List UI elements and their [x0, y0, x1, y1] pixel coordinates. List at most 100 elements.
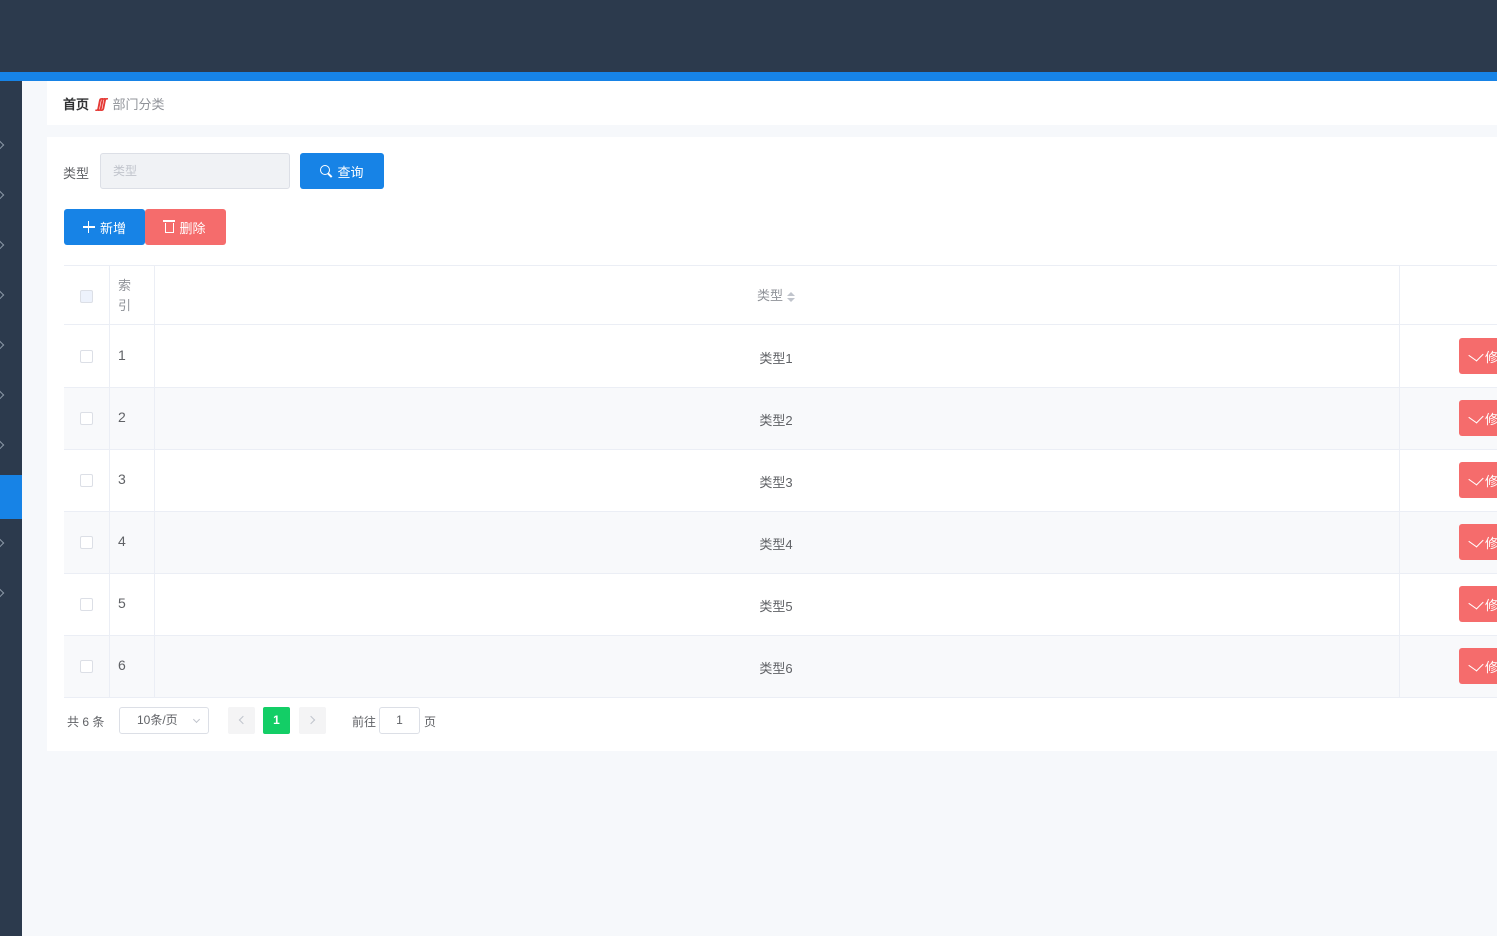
edit-button-label: 修改: [1485, 535, 1497, 551]
edit-icon: [1468, 534, 1484, 548]
goto-label: 前往: [352, 715, 377, 729]
column-divider: [1399, 266, 1400, 697]
chevron-down-icon: [192, 715, 201, 724]
index-column-header: 索引: [118, 278, 132, 313]
sidebar-item-8[interactable]: [0, 529, 22, 559]
query-button-label: 查询: [337, 164, 364, 180]
table-row: 6 类型6 修改: [64, 636, 1497, 698]
breadcrumb-current: 部门分类: [112, 96, 165, 112]
row-index: 5: [118, 595, 126, 611]
edit-icon: [1468, 410, 1484, 424]
sidebar-item-5[interactable]: [0, 331, 22, 361]
chevron-icon: [0, 290, 5, 300]
row-type: 类型1: [759, 351, 793, 366]
sidebar-item-4[interactable]: [0, 281, 22, 311]
row-type: 类型3: [759, 475, 793, 490]
sidebar: [0, 81, 22, 936]
row-checkbox[interactable]: [80, 412, 93, 425]
select-all-checkbox[interactable]: [80, 290, 93, 303]
edit-button[interactable]: 修改: [1459, 648, 1497, 684]
edit-icon: [1468, 658, 1484, 672]
edit-button[interactable]: 修改: [1459, 400, 1497, 436]
edit-icon: [1468, 472, 1484, 486]
page-size-select[interactable]: 10条/页: [119, 707, 209, 734]
prev-page-button[interactable]: [228, 707, 255, 734]
row-checkbox[interactable]: [80, 660, 93, 673]
column-divider: [154, 266, 155, 697]
data-table: 索引 类型 1 类型1 修改 2 类型2 修改 3 类型3 修改 4 类型4: [64, 265, 1497, 698]
edit-button-label: 修改: [1485, 473, 1497, 489]
chevron-icon: [0, 440, 5, 450]
edit-button[interactable]: 修改: [1459, 586, 1497, 622]
sort-icon[interactable]: [787, 291, 795, 302]
sidebar-item-2[interactable]: [0, 181, 22, 211]
table-row: 4 类型4 修改: [64, 512, 1497, 574]
type-filter-input[interactable]: 类型: [100, 153, 290, 189]
top-navbar: [0, 0, 1497, 72]
type-column-header-label: 类型: [756, 288, 783, 303]
table-header: 索引 类型: [64, 266, 1497, 325]
goto-page-input[interactable]: 1: [379, 707, 420, 734]
row-checkbox[interactable]: [80, 350, 93, 363]
row-type: 类型4: [759, 537, 793, 552]
sidebar-item-9[interactable]: [0, 579, 22, 609]
goto-unit: 页: [424, 715, 437, 729]
table-row: 3 类型3 修改: [64, 450, 1497, 512]
table-row: 5 类型5 修改: [64, 574, 1497, 636]
type-column-header[interactable]: 类型: [154, 285, 1398, 304]
breadcrumb-home[interactable]: 首页: [63, 94, 89, 113]
sidebar-item-6[interactable]: [0, 381, 22, 411]
top-accent-bar: [0, 72, 1497, 81]
row-index: 6: [118, 657, 126, 673]
sidebar-item-active[interactable]: [0, 475, 22, 519]
edit-button-label: 修改: [1485, 597, 1497, 613]
search-icon: [320, 165, 332, 177]
sidebar-item-7[interactable]: [0, 431, 22, 461]
table-row: 1 类型1 修改: [64, 326, 1497, 388]
chevron-icon: [0, 340, 5, 350]
plus-icon: [82, 221, 95, 233]
delete-button-label: 删除: [179, 220, 206, 236]
type-filter-label: 类型: [63, 166, 90, 181]
chevron-icon: [0, 140, 5, 150]
row-checkbox[interactable]: [80, 598, 93, 611]
row-index: 4: [118, 533, 126, 549]
row-type: 类型2: [759, 413, 793, 428]
edit-icon: [1468, 596, 1484, 610]
row-type: 类型5: [759, 599, 793, 614]
chevron-icon: [0, 538, 5, 548]
row-index: 3: [118, 471, 126, 487]
delete-button[interactable]: 删除: [145, 209, 226, 245]
sidebar-item-3[interactable]: [0, 231, 22, 261]
trash-icon: [163, 220, 176, 233]
edit-icon: [1468, 348, 1484, 362]
add-button-label: 新增: [99, 220, 126, 236]
chevron-icon: [0, 588, 5, 598]
next-page-button[interactable]: [299, 707, 326, 734]
edit-button[interactable]: 修改: [1459, 462, 1497, 498]
pagination-total: 共 6 条: [67, 715, 105, 729]
page-size-value: 10条/页: [137, 713, 178, 727]
query-button[interactable]: 查询: [300, 153, 384, 189]
edit-button-label: 修改: [1485, 659, 1497, 675]
column-divider: [109, 266, 110, 697]
edit-button-label: 修改: [1485, 349, 1497, 365]
table-row: 2 类型2 修改: [64, 388, 1497, 450]
chevron-icon: [0, 240, 5, 250]
sidebar-item-1[interactable]: [0, 131, 22, 161]
row-type: 类型6: [759, 661, 793, 676]
row-index: 1: [118, 347, 126, 363]
row-index: 2: [118, 409, 126, 425]
row-checkbox[interactable]: [80, 474, 93, 487]
breadcrumb: 首页 ʃʃʃ 部门分类: [47, 81, 1497, 125]
edit-button[interactable]: 修改: [1459, 338, 1497, 374]
edit-button-label: 修改: [1485, 411, 1497, 427]
breadcrumb-separator-icon: ʃʃʃ: [97, 95, 107, 111]
chevron-icon: [0, 390, 5, 400]
row-checkbox[interactable]: [80, 536, 93, 549]
chevron-icon: [0, 190, 5, 200]
add-button[interactable]: 新增: [64, 209, 145, 245]
edit-button[interactable]: 修改: [1459, 524, 1497, 560]
content-panel: 类型 类型 查询 新增 删除 索引 类型 1 类型1 修改 2 类型2 修: [47, 137, 1497, 751]
page-number-current[interactable]: 1: [263, 707, 290, 734]
